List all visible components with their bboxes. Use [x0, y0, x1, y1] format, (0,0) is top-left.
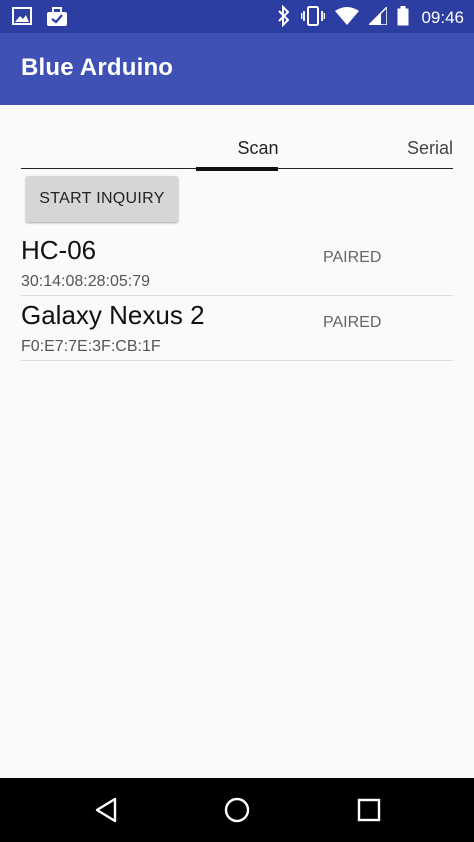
- app-bar: Blue Arduino: [0, 33, 474, 105]
- pair-status: PAIRED: [323, 249, 382, 266]
- tab-indicator: [196, 167, 278, 171]
- tab-serial[interactable]: Serial: [407, 138, 453, 159]
- wifi-icon: [335, 7, 360, 29]
- recents-icon[interactable]: [353, 794, 385, 826]
- main-content: Scan Serial START INQUIRY HC-06 30:14:08…: [0, 105, 474, 778]
- device-name: Galaxy Nexus 2: [21, 300, 205, 330]
- status-bar: 09:46: [0, 0, 474, 33]
- navigation-bar: [0, 778, 474, 842]
- home-icon[interactable]: [221, 794, 253, 826]
- device-address: F0:E7:7E:3F:CB:1F: [21, 338, 161, 355]
- pair-status: PAIRED: [323, 314, 382, 331]
- clock: 09:46: [421, 8, 464, 27]
- device-name: HC-06: [21, 235, 97, 265]
- vibrate-icon: [301, 6, 326, 30]
- signal-icon: [367, 5, 389, 29]
- list-item[interactable]: Galaxy Nexus 2 F0:E7:7E:3F:CB:1F PAIRED: [21, 297, 453, 361]
- image-icon: [12, 7, 32, 31]
- briefcase-check-icon: [46, 7, 68, 31]
- bluetooth-icon: [277, 4, 291, 31]
- battery-icon: [397, 6, 409, 30]
- list-item[interactable]: HC-06 30:14:08:28:05:79 PAIRED: [21, 232, 453, 296]
- app-title: Blue Arduino: [21, 54, 174, 81]
- device-address: 30:14:08:28:05:79: [21, 273, 151, 290]
- back-icon[interactable]: [90, 794, 122, 826]
- start-inquiry-button[interactable]: START INQUIRY: [26, 176, 178, 222]
- tab-scan[interactable]: Scan: [217, 138, 299, 159]
- tab-bar: Scan Serial: [21, 135, 453, 171]
